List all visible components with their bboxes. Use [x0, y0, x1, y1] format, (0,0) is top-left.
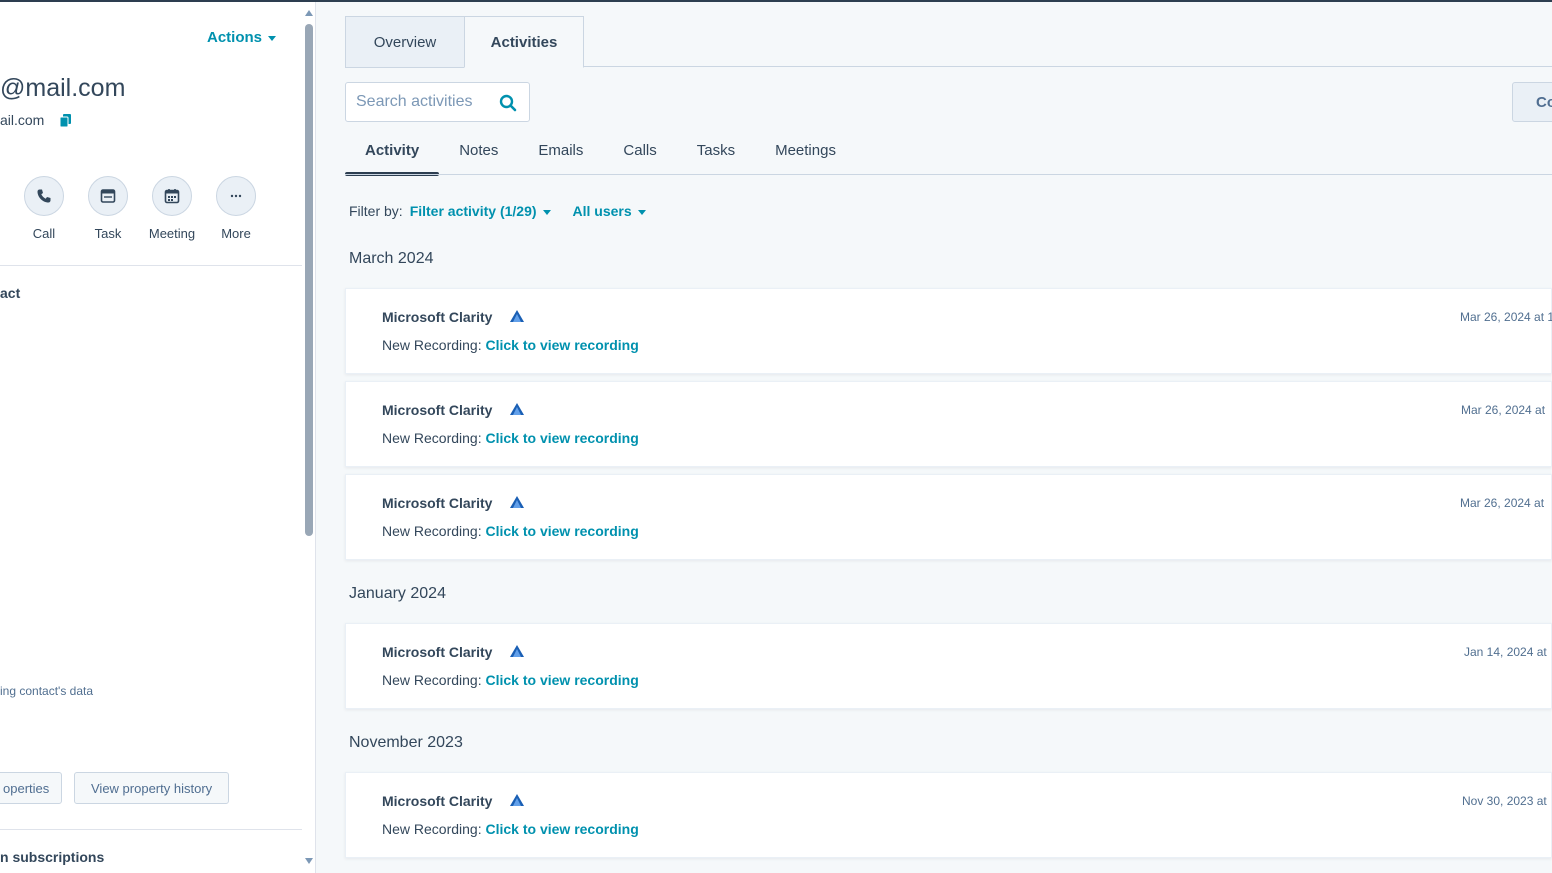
sidebar-scrollbar[interactable] [302, 2, 316, 873]
activity-title: Microsoft Clarity [382, 402, 493, 418]
calendar-icon [164, 189, 180, 204]
activity-prefix: New Recording: [382, 523, 482, 539]
tab-activities[interactable]: Activities [464, 16, 584, 68]
subtab-tasks[interactable]: Tasks [677, 130, 755, 176]
subtab-emails[interactable]: Emails [518, 130, 603, 176]
search-box [345, 82, 530, 122]
subtab-activity[interactable]: Activity [345, 130, 440, 176]
meeting-button[interactable] [152, 176, 192, 216]
month-header: March 2024 [349, 250, 434, 267]
filter-activity-label: Filter activity (1/29) [409, 203, 537, 219]
activity-title: Microsoft Clarity [382, 793, 493, 809]
subtab-calls[interactable]: Calls [603, 130, 676, 176]
more-action[interactable]: More [206, 176, 266, 241]
chevron-down-icon [637, 209, 646, 215]
call-button[interactable] [24, 176, 64, 216]
scroll-thumb[interactable] [305, 24, 313, 536]
actions-dropdown[interactable]: Actions [207, 29, 277, 46]
activity-card[interactable]: Microsoft Clarity New Recording: Click t… [345, 288, 1552, 374]
activity-title: Microsoft Clarity [382, 495, 493, 511]
ellipsis-icon [230, 194, 242, 198]
activity-card[interactable]: Microsoft Clarity New Recording: Click t… [345, 474, 1552, 560]
view-property-history-button[interactable]: View property history [74, 772, 229, 804]
tabs-divider [584, 66, 1552, 67]
subtabs-divider [345, 174, 1552, 175]
task-icon [100, 189, 116, 203]
filter-bar: Filter by: Filter activity (1/29) All us… [349, 203, 646, 219]
task-button[interactable] [88, 176, 128, 216]
clarity-logo-icon [510, 793, 524, 811]
call-label: Call [32, 226, 56, 241]
view-properties-button[interactable]: operties [0, 772, 62, 804]
activity-card[interactable]: Microsoft Clarity New Recording: Click t… [345, 381, 1552, 467]
activity-subtabs: Activity Notes Emails Calls Tasks Meetin… [345, 130, 856, 176]
meeting-action[interactable]: Meeting [142, 176, 202, 241]
call-action[interactable]: Call [14, 176, 74, 241]
all-users-label: All users [572, 203, 632, 219]
view-recording-link[interactable]: Click to view recording [486, 337, 639, 353]
activity-prefix: New Recording: [382, 337, 482, 353]
month-header: November 2023 [349, 734, 463, 751]
divider [0, 829, 302, 830]
activity-prefix: New Recording: [382, 672, 482, 688]
activity-body: New Recording: Click to view recording [382, 821, 639, 837]
activity-body: New Recording: Click to view recording [382, 337, 639, 353]
filter-label: Filter by: [349, 203, 403, 219]
meeting-label: Meeting [148, 226, 196, 241]
scroll-down-arrow[interactable] [305, 858, 313, 864]
section-heading[interactable]: act [0, 285, 20, 301]
contact-name: @mail.com [0, 74, 126, 102]
activity-body: New Recording: Click to view recording [382, 430, 639, 446]
view-recording-link[interactable]: Click to view recording [486, 523, 639, 539]
subtab-meetings[interactable]: Meetings [755, 130, 856, 176]
chevron-down-icon [268, 35, 277, 41]
activity-date: Nov 30, 2023 at [1462, 794, 1547, 808]
all-users-dropdown[interactable]: All users [573, 203, 646, 219]
task-label: Task [94, 226, 122, 241]
clarity-logo-icon [510, 495, 524, 513]
phone-icon [37, 189, 51, 203]
activity-card[interactable]: Microsoft Clarity New Recording: Click t… [345, 772, 1552, 858]
collapse-all-button[interactable]: Co [1512, 82, 1552, 122]
activity-body: New Recording: Click to view recording [382, 523, 639, 539]
clarity-logo-icon [510, 402, 524, 420]
activity-prefix: New Recording: [382, 821, 482, 837]
activity-prefix: New Recording: [382, 430, 482, 446]
contact-email: ail.com [0, 112, 45, 128]
view-recording-link[interactable]: Click to view recording [486, 672, 639, 688]
activity-date: Mar 26, 2024 at [1461, 403, 1546, 417]
activity-title: Microsoft Clarity [382, 309, 493, 325]
data-note: ing contact's data [0, 684, 94, 698]
chevron-down-icon [542, 209, 551, 215]
more-button[interactable] [216, 176, 256, 216]
subtab-notes[interactable]: Notes [439, 130, 518, 176]
activity-body: New Recording: Click to view recording [382, 672, 639, 688]
copy-icon[interactable] [59, 114, 72, 128]
divider [0, 265, 302, 266]
subscriptions-heading[interactable]: n subscriptions [0, 849, 104, 865]
activity-card[interactable]: Microsoft Clarity New Recording: Click t… [345, 623, 1552, 709]
scroll-up-arrow[interactable] [305, 10, 313, 16]
actions-label: Actions [207, 29, 263, 46]
more-label: More [221, 226, 251, 241]
search-icon[interactable] [499, 94, 517, 117]
month-header: January 2024 [349, 585, 446, 602]
activity-date: Jan 14, 2024 at [1464, 645, 1547, 659]
view-recording-link[interactable]: Click to view recording [486, 821, 639, 837]
activity-title: Microsoft Clarity [382, 644, 493, 660]
clarity-logo-icon [510, 644, 524, 662]
clarity-logo-icon [510, 309, 524, 327]
contact-sidebar: Actions @mail.com ail.com Call Task Meet… [0, 2, 302, 873]
record-tabs: Overview Activities [345, 16, 584, 68]
filter-activity-dropdown[interactable]: Filter activity (1/29) [410, 203, 551, 219]
activity-date: Mar 26, 2024 at 1 [1460, 310, 1552, 324]
search-input[interactable] [356, 93, 496, 111]
task-action[interactable]: Task [78, 176, 138, 241]
activity-date: Mar 26, 2024 at [1460, 496, 1545, 510]
view-recording-link[interactable]: Click to view recording [486, 430, 639, 446]
tab-overview[interactable]: Overview [345, 16, 465, 68]
